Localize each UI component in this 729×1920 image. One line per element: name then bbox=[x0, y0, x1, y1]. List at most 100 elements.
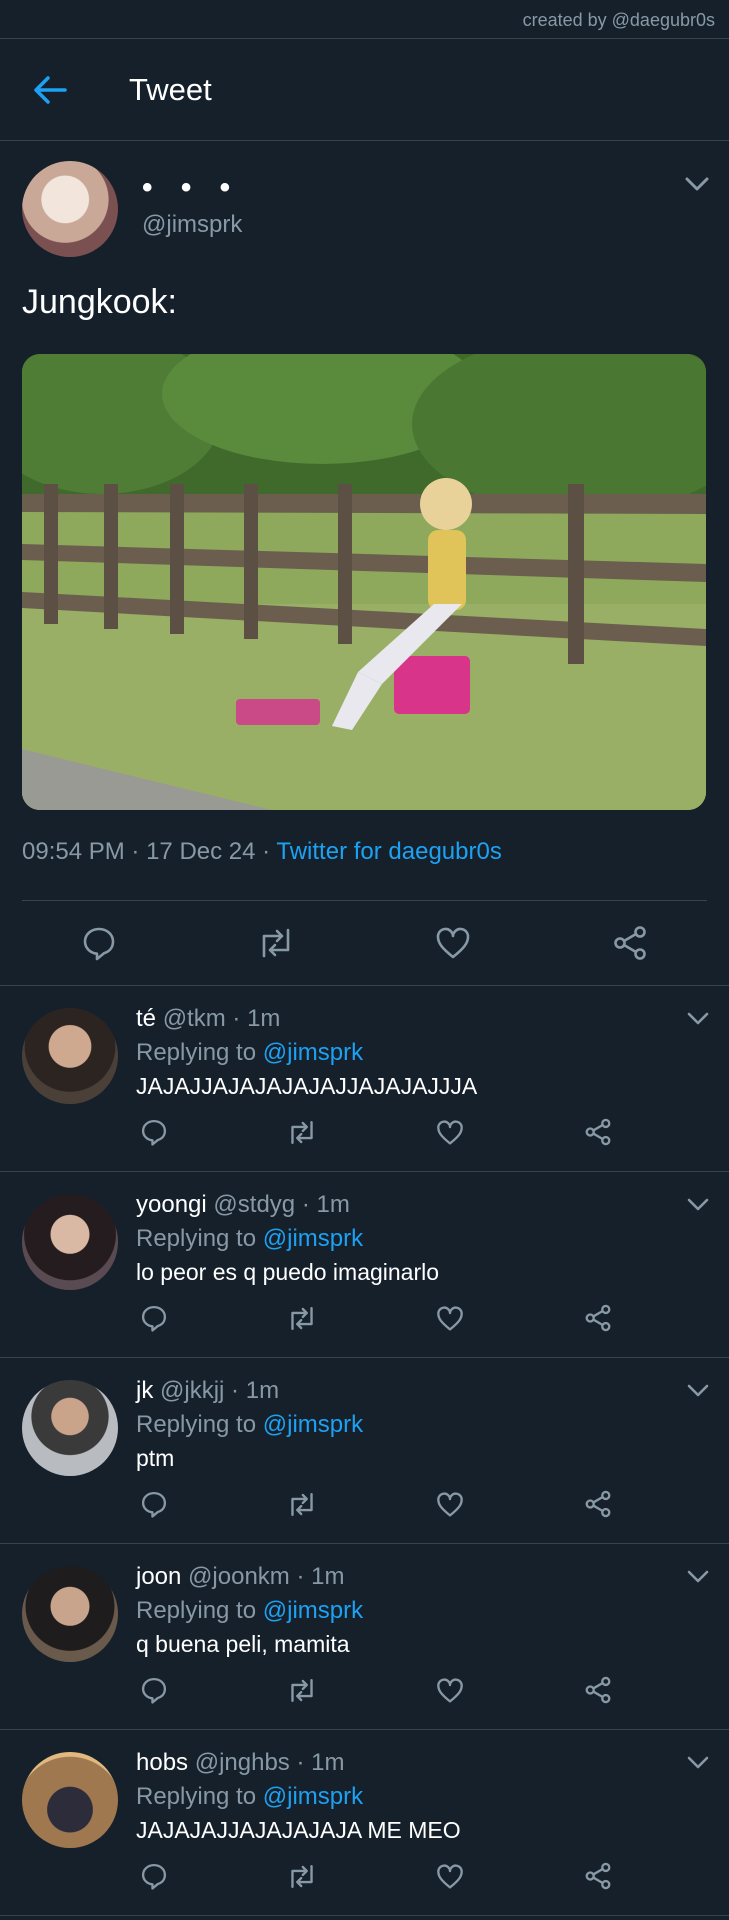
retweet-button[interactable] bbox=[251, 918, 301, 968]
reply-body: joon @joonkm · 1m Replying to @jimsprk q… bbox=[136, 1560, 669, 1660]
retweet-button[interactable] bbox=[284, 1114, 320, 1150]
reply-icon bbox=[141, 1491, 167, 1518]
tweet-menu-button[interactable] bbox=[687, 1198, 709, 1211]
retweet-icon bbox=[262, 928, 290, 958]
reply-tweet[interactable]: hobs @jnghbs · 1m Replying to @jimsprk J… bbox=[0, 1730, 729, 1916]
reply-text: JAJAJAJJAJAJAJAJA ME MEO bbox=[136, 1817, 461, 1843]
reply-actions bbox=[136, 1486, 616, 1522]
tweet-image[interactable] bbox=[22, 354, 706, 810]
reply-header: yoongi @stdyg · 1m bbox=[136, 1188, 669, 1222]
display-name[interactable]: • • • bbox=[142, 173, 242, 203]
separator-dot: · bbox=[296, 1563, 312, 1590]
reply-text: lo peor es q puedo imaginarlo bbox=[136, 1259, 440, 1285]
reply-time: 1m bbox=[316, 1191, 350, 1218]
mention-link[interactable]: @jimsprk bbox=[263, 1225, 363, 1252]
reply-button[interactable] bbox=[74, 918, 124, 968]
share-button[interactable] bbox=[580, 1300, 616, 1336]
tweet-source-link[interactable]: Twitter for daegubr0s bbox=[276, 838, 501, 865]
share-button[interactable] bbox=[605, 918, 655, 968]
replying-to-label: Replying to bbox=[136, 1783, 257, 1810]
replying-to-label: Replying to bbox=[136, 1039, 257, 1066]
creator-credit: created by @daegubr0s bbox=[0, 0, 729, 39]
display-name[interactable]: hobs bbox=[136, 1749, 188, 1776]
avatar[interactable] bbox=[22, 1752, 118, 1848]
reply-body: yoongi @stdyg · 1m Replying to @jimsprk … bbox=[136, 1188, 669, 1288]
like-button[interactable] bbox=[432, 1300, 468, 1336]
share-button[interactable] bbox=[580, 1486, 616, 1522]
retweet-button[interactable] bbox=[284, 1486, 320, 1522]
avatar[interactable] bbox=[22, 1008, 118, 1104]
retweet-button[interactable] bbox=[284, 1672, 320, 1708]
divider bbox=[22, 900, 707, 901]
back-button[interactable] bbox=[20, 60, 80, 120]
reply-button[interactable] bbox=[136, 1114, 172, 1150]
display-name[interactable]: joon bbox=[136, 1563, 181, 1590]
like-button[interactable] bbox=[432, 1672, 468, 1708]
separator-dot: · bbox=[301, 1191, 317, 1218]
share-icon bbox=[585, 1862, 611, 1890]
reply-button[interactable] bbox=[136, 1486, 172, 1522]
share-button[interactable] bbox=[580, 1858, 616, 1894]
user-handle[interactable]: @jnghbs bbox=[195, 1749, 290, 1776]
share-button[interactable] bbox=[580, 1114, 616, 1150]
share-icon bbox=[585, 1676, 611, 1704]
tweet-menu-button[interactable] bbox=[687, 1012, 709, 1025]
mention-link[interactable]: @jimsprk bbox=[263, 1411, 363, 1438]
reply-button[interactable] bbox=[136, 1300, 172, 1336]
display-name[interactable]: jk bbox=[136, 1377, 153, 1404]
like-button[interactable] bbox=[428, 918, 478, 968]
reply-actions bbox=[136, 1858, 616, 1894]
like-icon bbox=[437, 1119, 463, 1145]
reply-tweet[interactable]: té @tkm · 1m Replying to @jimsprk JAJAJJ… bbox=[0, 986, 729, 1172]
tweet-actions bbox=[0, 901, 729, 985]
avatar[interactable] bbox=[22, 1194, 118, 1290]
user-handle[interactable]: @jimsprk bbox=[142, 211, 242, 239]
tweet-menu-button[interactable] bbox=[687, 1570, 709, 1583]
chevron-down-icon bbox=[687, 1198, 709, 1211]
main-tweet: • • • @jimsprk Jungkook: 09:54 PM · 17 D… bbox=[0, 141, 729, 901]
avatar[interactable] bbox=[22, 1380, 118, 1476]
retweet-button[interactable] bbox=[284, 1300, 320, 1336]
like-button[interactable] bbox=[432, 1858, 468, 1894]
share-icon bbox=[614, 926, 647, 960]
replying-to-label: Replying to bbox=[136, 1597, 257, 1624]
replying-to: Replying to @jimsprk bbox=[136, 1408, 669, 1442]
reply-body: hobs @jnghbs · 1m Replying to @jimsprk J… bbox=[136, 1746, 669, 1846]
display-name[interactable]: té bbox=[136, 1005, 156, 1032]
reply-button[interactable] bbox=[136, 1858, 172, 1894]
reply-text: q buena peli, mamita bbox=[136, 1631, 350, 1657]
tweet-meta: 09:54 PM · 17 Dec 24 · Twitter for daegu… bbox=[22, 838, 707, 866]
like-button[interactable] bbox=[432, 1114, 468, 1150]
tweet-menu-button[interactable] bbox=[687, 1756, 709, 1769]
mention-link[interactable]: @jimsprk bbox=[263, 1597, 363, 1624]
user-handle[interactable]: @stdyg bbox=[213, 1191, 295, 1218]
reply-time: 1m bbox=[245, 1377, 280, 1404]
mention-link[interactable]: @jimsprk bbox=[263, 1039, 363, 1066]
tweet-menu-button[interactable] bbox=[685, 177, 709, 191]
like-icon bbox=[437, 1305, 463, 1331]
user-handle[interactable]: @tkm bbox=[163, 1005, 226, 1032]
user-handle[interactable]: @jkkjj bbox=[160, 1377, 224, 1404]
like-button[interactable] bbox=[432, 1486, 468, 1522]
reply-header: joon @joonkm · 1m bbox=[136, 1560, 669, 1594]
avatar[interactable] bbox=[22, 1566, 118, 1662]
user-handle[interactable]: @joonkm bbox=[188, 1563, 290, 1590]
reply-tweet[interactable]: yoongi @stdyg · 1m Replying to @jimsprk … bbox=[0, 1172, 729, 1358]
separator-dot: · bbox=[232, 1005, 248, 1032]
page-title: Tweet bbox=[129, 71, 212, 107]
retweet-icon bbox=[291, 1492, 313, 1516]
avatar[interactable] bbox=[22, 161, 118, 257]
separator-dot: · bbox=[296, 1749, 312, 1776]
retweet-button[interactable] bbox=[284, 1858, 320, 1894]
display-name[interactable]: yoongi bbox=[136, 1191, 207, 1218]
mention-link[interactable]: @jimsprk bbox=[263, 1783, 363, 1810]
reply-tweet[interactable]: jk @jkkjj · 1m Replying to @jimsprk ptm bbox=[0, 1358, 729, 1544]
reply-tweet[interactable]: joon @joonkm · 1m Replying to @jimsprk q… bbox=[0, 1544, 729, 1730]
reply-button[interactable] bbox=[136, 1672, 172, 1708]
share-button[interactable] bbox=[580, 1672, 616, 1708]
reply-time: 1m bbox=[311, 1563, 345, 1590]
tweet-menu-button[interactable] bbox=[687, 1384, 709, 1397]
replying-to-label: Replying to bbox=[136, 1411, 257, 1438]
replies-list: té @tkm · 1m Replying to @jimsprk JAJAJJ… bbox=[0, 985, 729, 1916]
reply-actions bbox=[136, 1672, 616, 1708]
